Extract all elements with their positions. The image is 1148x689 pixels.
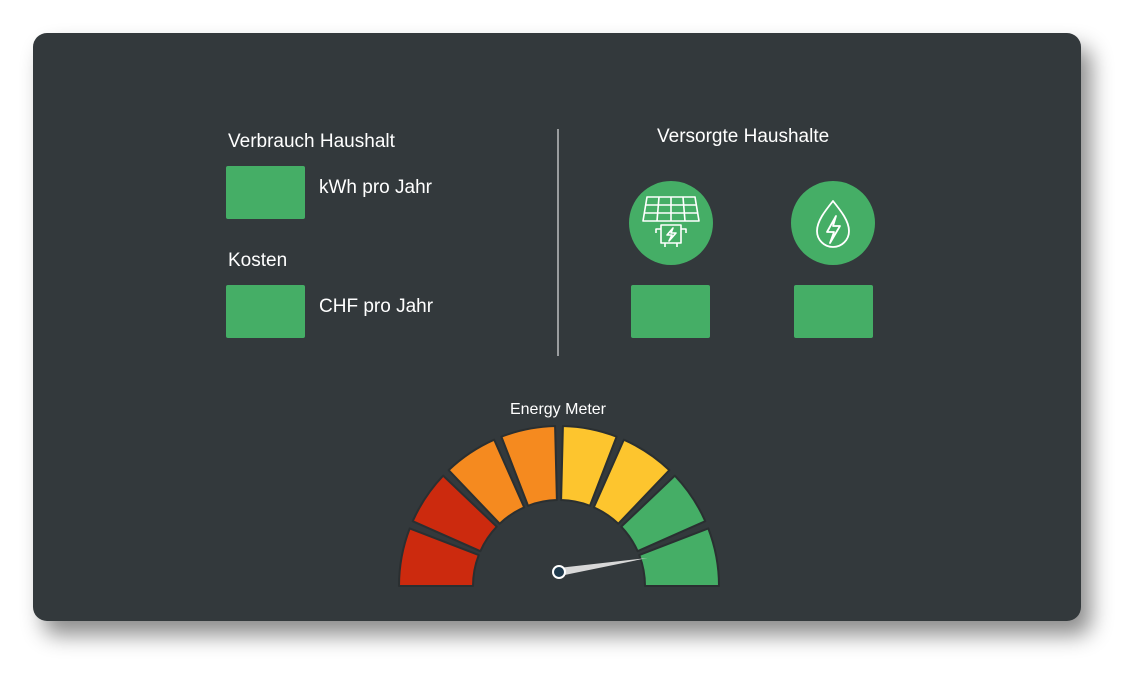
energy-meter-gauge: [398, 425, 720, 587]
gauge-needle-hub: [552, 565, 566, 579]
gauge-needle: [558, 557, 648, 576]
